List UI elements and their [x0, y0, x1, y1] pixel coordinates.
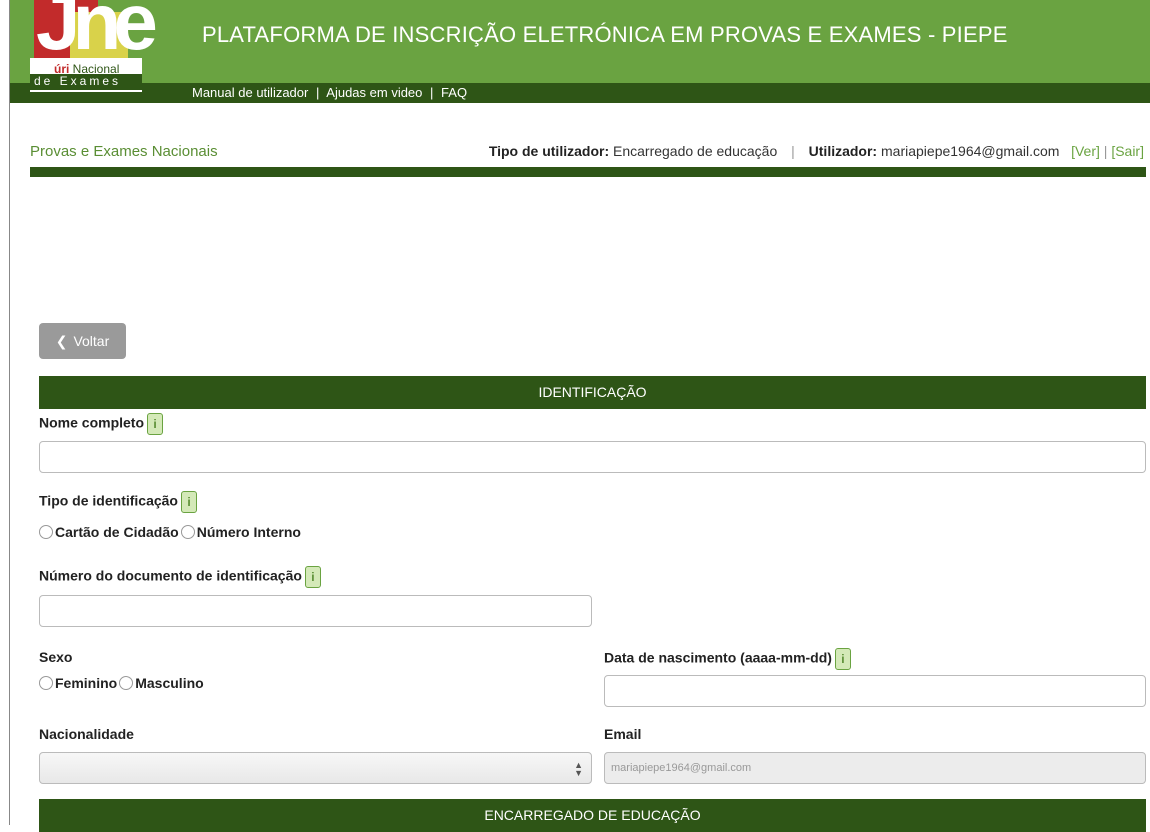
- app-title: PLATAFORMA DE INSCRIÇÃO ELETRÓNICA EM PR…: [202, 22, 1008, 47]
- email-input[interactable]: mariapiepe1964@gmail.com: [604, 752, 1146, 784]
- email-label: Email: [604, 726, 642, 742]
- tipo-identificacao-options: Cartão de Cidadão Número Interno: [39, 524, 303, 540]
- section-identificacao-header: IDENTIFICAÇÃO: [39, 376, 1146, 409]
- tipo-identificacao-label-text: Tipo de identificação: [39, 492, 178, 509]
- nav-links: Manual de utilizador | Ajudas em video |…: [192, 85, 467, 100]
- radio-feminino[interactable]: [39, 676, 53, 690]
- view-profile-link[interactable]: [Ver]: [1071, 143, 1100, 159]
- data-nascimento-input[interactable]: [604, 675, 1146, 707]
- nacionalidade-label: Nacionalidade: [39, 726, 134, 742]
- user-type-value: Encarregado de educação: [613, 143, 778, 159]
- nav-separator: |: [430, 85, 434, 100]
- user-email: mariapiepe1964@gmail.com: [881, 143, 1060, 159]
- numero-documento-label-text: Número do documento de identificação: [39, 567, 302, 584]
- header-banner: PLATAFORMA DE INSCRIÇÃO ELETRÓNICA EM PR…: [10, 0, 1150, 83]
- data-nascimento-label: Data de nascimento (aaaa-mm-dd) i: [604, 648, 851, 670]
- header-nav-bar: Manual de utilizador | Ajudas em video |…: [10, 83, 1150, 103]
- numero-documento-input[interactable]: [39, 595, 592, 627]
- numero-documento-label: Número do documento de identificação i: [39, 566, 321, 588]
- nome-completo-label-text: Nome completo: [39, 414, 145, 431]
- sexo-label: Sexo: [39, 649, 73, 665]
- user-info: Tipo de utilizador: Encarregado de educa…: [489, 143, 1144, 159]
- radio-cartao-cidadao-label[interactable]: Cartão de Cidadão: [55, 524, 179, 540]
- select-arrows-icon: ▲ ▼: [574, 760, 583, 778]
- info-divider-bar: [30, 167, 1146, 177]
- nav-video-help-link[interactable]: Ajudas em video: [326, 85, 422, 100]
- nome-completo-input[interactable]: [39, 441, 1146, 473]
- radio-masculino[interactable]: [119, 676, 134, 690]
- logo-text-block: úri Nacional de Exames: [30, 58, 142, 92]
- page-border: [9, 0, 10, 825]
- nav-separator: |: [315, 85, 320, 100]
- section-encarregado-header: ENCARREGADO DE EDUCAÇÃO: [39, 799, 1146, 832]
- radio-cartao-cidadao[interactable]: [39, 525, 53, 539]
- nome-completo-label: Nome completo i: [39, 413, 164, 435]
- logo-letters: Jne: [36, 0, 158, 66]
- user-type-label: Tipo de utilizador:: [488, 143, 610, 159]
- tipo-identificacao-label: Tipo de identificação i: [39, 491, 197, 513]
- sexo-options: Feminino Masculino: [39, 675, 206, 691]
- jne-logo[interactable]: Jne úri Nacional de Exames: [30, 0, 158, 96]
- info-icon[interactable]: i: [147, 413, 164, 435]
- breadcrumb-section[interactable]: Provas e Exames Nacionais: [30, 143, 218, 160]
- info-divider: |: [791, 143, 795, 159]
- radio-numero-interno[interactable]: [180, 525, 195, 539]
- radio-feminino-label[interactable]: Feminino: [55, 675, 117, 691]
- info-icon[interactable]: i: [181, 491, 197, 513]
- info-icon[interactable]: i: [304, 566, 321, 588]
- info-icon[interactable]: i: [834, 648, 851, 670]
- radio-masculino-label[interactable]: Masculino: [135, 675, 203, 691]
- link-divider: |: [1103, 143, 1108, 159]
- chevron-left-icon: ❮: [55, 332, 68, 349]
- radio-numero-interno-label[interactable]: Número Interno: [197, 524, 301, 540]
- back-button[interactable]: ❮ Voltar: [39, 323, 126, 359]
- back-button-label: Voltar: [73, 333, 110, 349]
- logout-link[interactable]: [Sair]: [1111, 143, 1144, 159]
- data-nascimento-label-text: Data de nascimento (aaaa-mm-dd): [604, 649, 832, 666]
- nav-manual-link[interactable]: Manual de utilizador: [192, 85, 308, 100]
- nav-faq-link[interactable]: FAQ: [441, 85, 467, 100]
- user-label: Utilizador:: [808, 143, 878, 159]
- logo-line2: de Exames: [30, 74, 142, 90]
- nacionalidade-select[interactable]: ▲ ▼: [39, 752, 592, 784]
